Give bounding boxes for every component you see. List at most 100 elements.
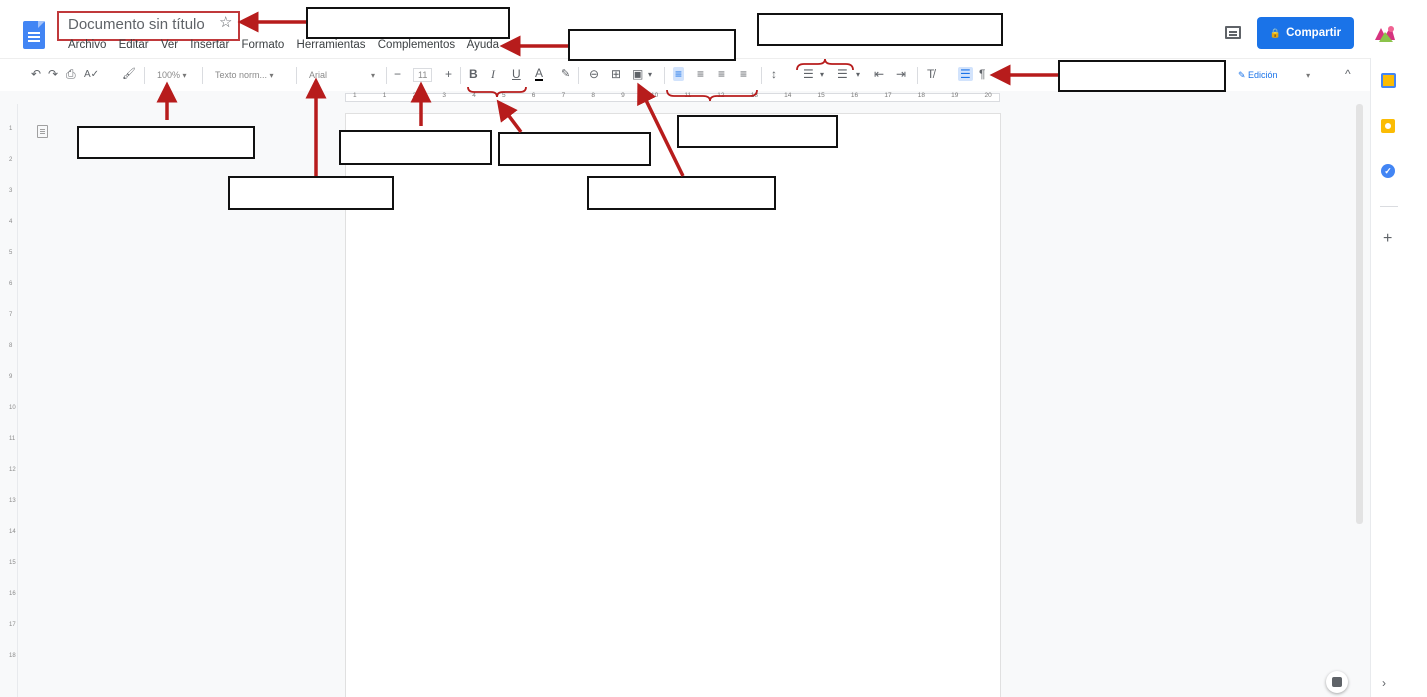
- ruler-number: 5: [501, 92, 506, 99]
- font-size-decrease-button[interactable]: −: [394, 67, 401, 81]
- blank-label-box: [757, 13, 1003, 46]
- add-comment-icon[interactable]: ⊞: [611, 67, 621, 81]
- vertical-ruler-number: 15: [9, 560, 16, 566]
- docs-logo-icon[interactable]: [23, 21, 45, 49]
- font-select-caret-icon[interactable]: ▾: [371, 70, 375, 80]
- vertical-ruler-number: 5: [9, 250, 13, 256]
- insert-link-icon[interactable]: ⊖: [589, 67, 599, 81]
- menu-formato[interactable]: Formato: [241, 39, 284, 51]
- menu-editar[interactable]: Editar: [119, 39, 149, 51]
- ruler-number: 1: [382, 92, 387, 99]
- bold-button[interactable]: B: [469, 67, 478, 81]
- undo-icon[interactable]: ↶: [31, 67, 41, 81]
- ruler-numbers: 1 1 2 3 4 5 6 7 8 9 10 11 12 13 14 15 16 17 18 19 20: [345, 92, 1000, 103]
- vertical-ruler-number: 17: [9, 622, 16, 628]
- star-icon[interactable]: ☆: [219, 13, 232, 31]
- numbered-list-caret-icon[interactable]: ▾: [856, 70, 860, 79]
- align-center-icon[interactable]: ≡: [697, 67, 704, 81]
- ltr-text-icon[interactable]: ☰: [958, 67, 973, 81]
- comment-history-icon[interactable]: [1225, 26, 1241, 39]
- ruler-number: 18: [917, 92, 925, 99]
- align-left-icon[interactable]: ≡: [673, 67, 685, 81]
- share-button[interactable]: 🔒 Compartir: [1257, 17, 1354, 49]
- ruler-number: 13: [750, 92, 758, 99]
- menu-ayuda[interactable]: Ayuda: [467, 39, 499, 51]
- vertical-ruler-number: 8: [9, 343, 13, 349]
- ruler-number: 8: [591, 92, 595, 99]
- menu-complementos[interactable]: Complementos: [378, 39, 455, 51]
- font-select[interactable]: Arial: [309, 70, 327, 80]
- vertical-ruler-number: 9: [9, 374, 13, 380]
- text-color-button[interactable]: A: [535, 67, 544, 81]
- insert-image-icon[interactable]: ▣: [632, 67, 643, 81]
- menu-ver[interactable]: Ver: [161, 39, 178, 51]
- checklist-caret-icon[interactable]: ▾: [820, 70, 824, 79]
- indent-increase-icon[interactable]: ⇥: [896, 67, 906, 81]
- font-size-increase-button[interactable]: +: [445, 67, 452, 81]
- vertical-ruler-number: 18: [9, 653, 16, 659]
- blank-label-box: [587, 176, 776, 210]
- ruler-number: 11: [684, 92, 692, 99]
- blank-label-box: [677, 115, 838, 148]
- document-title[interactable]: Documento sin título: [68, 16, 205, 33]
- vertical-ruler-number: 1: [9, 126, 13, 132]
- vertical-ruler-number: 2: [9, 157, 13, 163]
- numbered-list-icon[interactable]: ☰: [837, 67, 848, 81]
- ruler-number: 9: [621, 92, 625, 99]
- paint-format-icon[interactable]: 🖌: [122, 67, 136, 80]
- blank-label-box: [339, 130, 492, 165]
- line-spacing-icon[interactable]: ↕: [771, 67, 777, 81]
- menu-herramientas[interactable]: Herramientas: [297, 39, 366, 51]
- clear-formatting-icon[interactable]: T̸: [927, 67, 934, 81]
- vertical-ruler-number: 13: [9, 498, 16, 504]
- keep-icon[interactable]: [1381, 119, 1395, 133]
- vertical-ruler-number: 6: [9, 281, 13, 287]
- chevron-right-icon[interactable]: ›: [1382, 676, 1386, 690]
- image-caret-icon[interactable]: ▾: [648, 70, 652, 79]
- get-addons-icon[interactable]: +: [1383, 230, 1392, 248]
- tasks-icon[interactable]: ✓: [1381, 164, 1395, 178]
- ruler-number: 10: [650, 92, 659, 99]
- ruler-number: 20: [984, 92, 992, 99]
- spellcheck-icon[interactable]: A✓: [84, 69, 99, 80]
- align-justify-icon[interactable]: ≡: [740, 67, 747, 81]
- checklist-icon[interactable]: ☰: [803, 67, 814, 81]
- ruler-number: 4: [472, 92, 476, 99]
- vertical-ruler-number: 3: [9, 188, 13, 194]
- ruler-number: 16: [850, 92, 859, 99]
- calendar-icon[interactable]: [1381, 73, 1396, 88]
- scrollbar[interactable]: [1356, 104, 1363, 524]
- ruler-number: 3: [442, 92, 447, 99]
- style-select[interactable]: Texto norm... ▾: [215, 70, 274, 80]
- menu-archivo[interactable]: Archivo: [68, 39, 106, 51]
- avatar[interactable]: [1371, 20, 1399, 48]
- ruler-number: 14: [784, 92, 792, 99]
- italic-button[interactable]: I: [491, 67, 495, 82]
- font-size-input[interactable]: 11: [413, 68, 433, 82]
- highlight-color-icon[interactable]: ✎: [561, 67, 570, 80]
- indent-decrease-icon[interactable]: ⇤: [874, 67, 884, 81]
- print-icon[interactable]: ⎙: [66, 67, 76, 82]
- menu-insertar[interactable]: Insertar: [190, 39, 229, 51]
- side-panel: [1370, 58, 1427, 697]
- underline-button[interactable]: U: [512, 67, 521, 81]
- share-button-label: Compartir: [1286, 27, 1342, 39]
- explore-button[interactable]: [1326, 671, 1348, 693]
- document-outline-icon[interactable]: [37, 125, 48, 138]
- blank-label-box: [498, 132, 651, 166]
- menu-bar: Archivo Editar Ver Insertar Formato Herr…: [68, 39, 508, 51]
- align-right-icon[interactable]: ≡: [718, 67, 725, 81]
- ruler-number: 12: [717, 92, 725, 99]
- zoom-select[interactable]: 100% ▾: [157, 70, 187, 80]
- vertical-ruler-number: 11: [9, 436, 16, 442]
- ruler-number: 1: [353, 92, 357, 99]
- vertical-ruler-number: 10: [9, 405, 16, 411]
- ruler-number: 17: [884, 92, 892, 99]
- horizontal-ruler: 1 1 2 3 4 5 6 7 8 9 10 11 12 13 14 15 16 17 18 19 20: [0, 91, 1370, 104]
- ruler-number: 6: [531, 92, 536, 99]
- redo-icon[interactable]: ↷: [48, 67, 58, 81]
- editing-mode-select[interactable]: ✎ Edición ▾: [1238, 70, 1310, 81]
- rtl-text-icon[interactable]: ¶: [979, 67, 985, 81]
- blank-label-box: [568, 29, 736, 61]
- collapse-toolbar-icon[interactable]: ^: [1345, 67, 1351, 81]
